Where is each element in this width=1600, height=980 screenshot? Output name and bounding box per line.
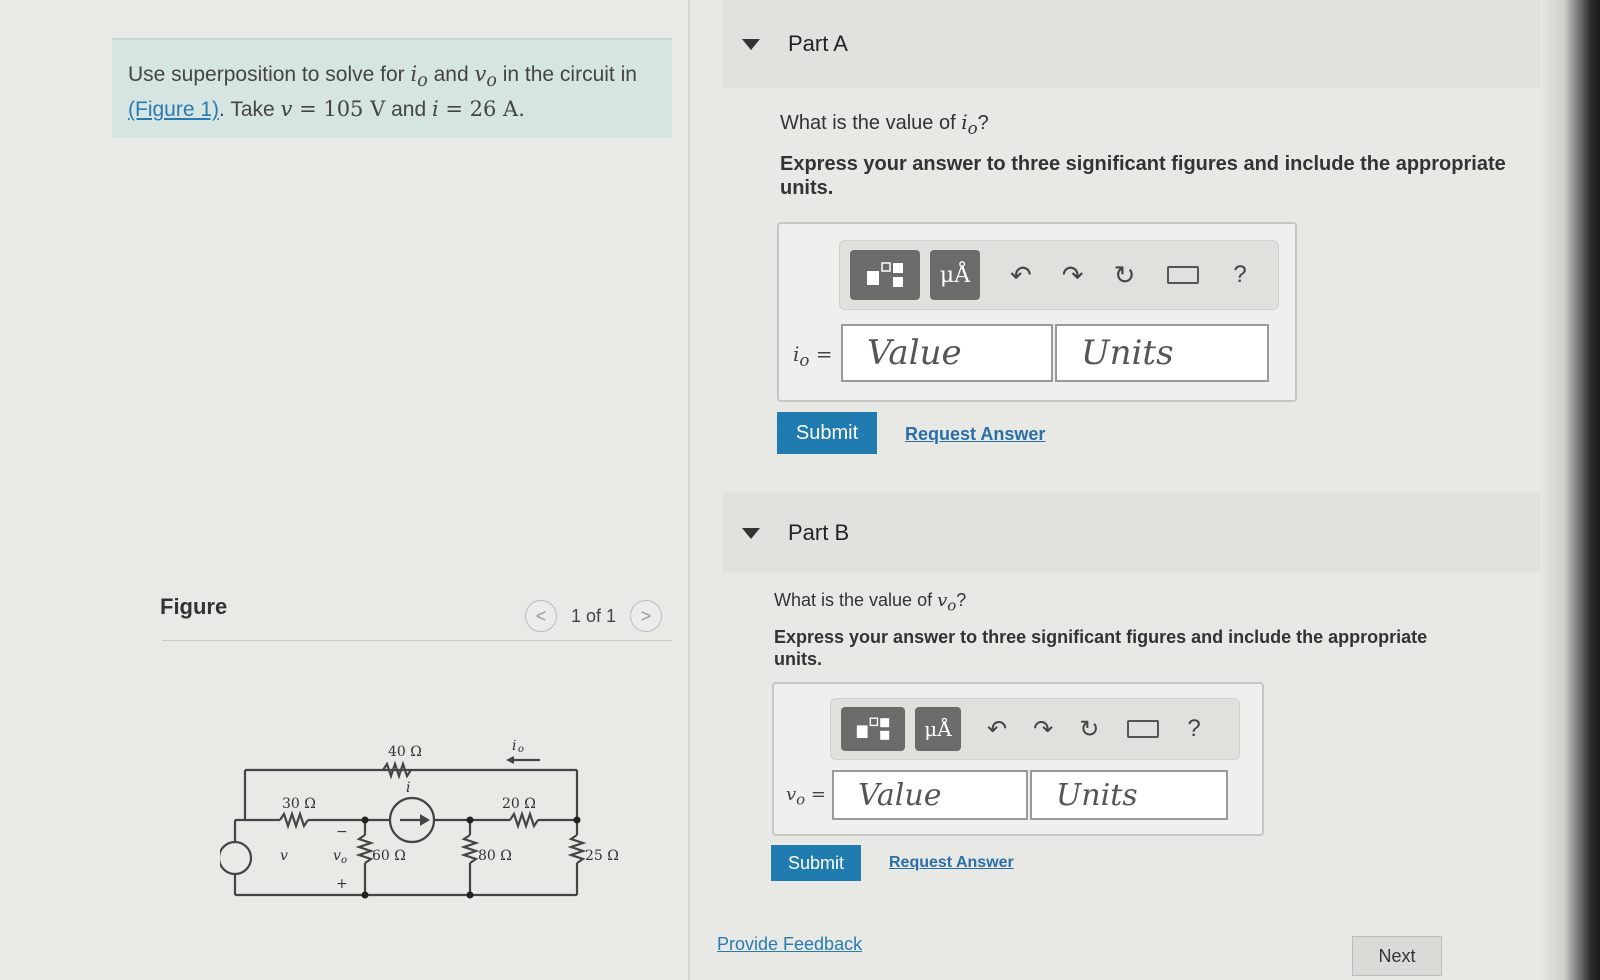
eq-sign: = (805, 784, 827, 805)
problem-text: and (427, 63, 475, 86)
vo-var: v (474, 62, 487, 86)
label-minus: − (336, 824, 348, 840)
question-var-sub: o (967, 119, 978, 138)
part-a-submit-button[interactable]: Submit (777, 412, 877, 454)
io-sub: o (417, 71, 428, 92)
label-40ohm: 40 Ω (388, 744, 422, 760)
io-value-input[interactable]: Value (841, 324, 1053, 382)
figure-divider (162, 640, 672, 641)
question-text: What is the value of (774, 590, 938, 610)
i-var: i (431, 97, 439, 122)
label-60ohm: 60 Ω (372, 848, 406, 864)
eq-var: v (786, 784, 797, 805)
part-b-title: Part B (788, 520, 850, 545)
problem-statement: Use superposition to solve for io and vo… (112, 38, 672, 138)
question-text: ? (956, 590, 967, 610)
template-icon[interactable] (841, 707, 905, 751)
part-b-request-answer-link[interactable]: Request Answer (889, 854, 1014, 872)
part-a-instruction: Express your answer to three significant… (780, 153, 1506, 199)
part-b-submit-button[interactable]: Submit (771, 845, 861, 881)
label-io-sub: o (518, 744, 524, 755)
label-30ohm: 30 Ω (282, 796, 316, 812)
label-vo: v (333, 848, 341, 864)
i-value: = 26 A. (438, 97, 525, 122)
answer-pane: Part A What is the value of io? Express … (692, 0, 1600, 980)
template-icon[interactable] (850, 250, 920, 300)
io-eq-label: io = (793, 342, 833, 370)
figure-heading: Figure (160, 594, 228, 619)
problem-text: Use superposition to solve for (128, 63, 411, 86)
reset-icon[interactable]: ↻ (1114, 260, 1136, 291)
v-value: = 105 V (292, 97, 386, 122)
v-var: v (280, 97, 293, 122)
part-a-question: What is the value of io? (780, 110, 989, 138)
vo-value-input[interactable]: Value (832, 770, 1028, 820)
keyboard-icon[interactable] (1127, 720, 1160, 738)
next-figure-button[interactable]: > (630, 600, 663, 632)
part-b-question: What is the value of vo? (774, 590, 966, 615)
part-a-answer-box: μÅ ↶ ↷ ↻ ? io = Value Units (777, 222, 1297, 402)
question-var: v (937, 590, 948, 611)
screen-edge (1540, 0, 1600, 980)
vo-units-input[interactable]: Units (1030, 770, 1228, 820)
part-b-answer-box: μÅ ↶ ↷ ↻ ? vo = Value Units (772, 682, 1264, 836)
collapse-triangle-icon[interactable] (742, 527, 760, 539)
problem-text: in the circuit in (496, 63, 637, 86)
label-25ohm: 25 Ω (585, 848, 619, 864)
question-var-sub: o (947, 596, 957, 615)
undo-icon[interactable]: ↶ (987, 715, 1007, 744)
label-voltage-source: v (280, 848, 288, 864)
label-current-source: i (406, 780, 410, 796)
circuit-diagram: 40 Ω 30 Ω 20 Ω 60 Ω 80 Ω 25 Ω i v i o v … (220, 740, 619, 899)
eq-sign: = (809, 342, 833, 366)
eq-var-sub: o (799, 351, 810, 370)
part-a-header[interactable]: Part A (722, 0, 1582, 88)
label-io: i (512, 740, 516, 754)
next-button[interactable]: Next (1352, 936, 1442, 976)
redo-icon[interactable]: ↷ (1033, 715, 1053, 744)
label-80ohm: 80 Ω (478, 848, 512, 864)
vo-eq-label: vo = (786, 784, 826, 809)
units-button[interactable]: μÅ (930, 250, 980, 300)
label-20ohm: 20 Ω (502, 796, 536, 812)
problem-text: and (385, 98, 432, 122)
keyboard-icon[interactable] (1167, 266, 1200, 284)
problem-text: . Take (219, 98, 281, 122)
units-button[interactable]: μÅ (915, 707, 961, 751)
question-text: ? (977, 112, 989, 134)
help-icon[interactable]: ? (1187, 715, 1200, 743)
math-toolbar: μÅ ↶ ↷ ↻ ? (839, 240, 1279, 310)
figure-pager: < 1 of 1 > (525, 600, 663, 632)
label-plus: + (336, 876, 348, 892)
template-icon (856, 717, 890, 740)
problem-pane: Use superposition to solve for io and vo… (0, 0, 690, 980)
vo-sub: o (486, 71, 497, 92)
part-b-header[interactable]: Part B (722, 493, 1582, 573)
part-a-request-answer-link[interactable]: Request Answer (905, 424, 1045, 445)
math-toolbar: μÅ ↶ ↷ ↻ ? (830, 698, 1240, 760)
figure-page-count: 1 of 1 (571, 605, 617, 626)
label-vo-sub: o (341, 855, 347, 866)
eq-var-sub: o (796, 790, 806, 809)
part-b-instruction: Express your answer to three significant… (774, 627, 1428, 669)
reset-icon[interactable]: ↻ (1079, 715, 1099, 744)
undo-icon[interactable]: ↶ (1010, 260, 1032, 291)
help-icon[interactable]: ? (1233, 261, 1246, 289)
question-text: What is the value of (780, 112, 962, 134)
part-a-title: Part A (788, 31, 848, 56)
collapse-triangle-icon[interactable] (742, 38, 760, 50)
prev-figure-button[interactable]: < (525, 600, 557, 632)
figure-link[interactable]: (Figure 1) (128, 98, 219, 121)
template-icon (867, 262, 903, 287)
provide-feedback-link[interactable]: Provide Feedback (717, 934, 862, 955)
redo-icon[interactable]: ↷ (1062, 260, 1084, 291)
io-units-input[interactable]: Units (1055, 324, 1269, 382)
